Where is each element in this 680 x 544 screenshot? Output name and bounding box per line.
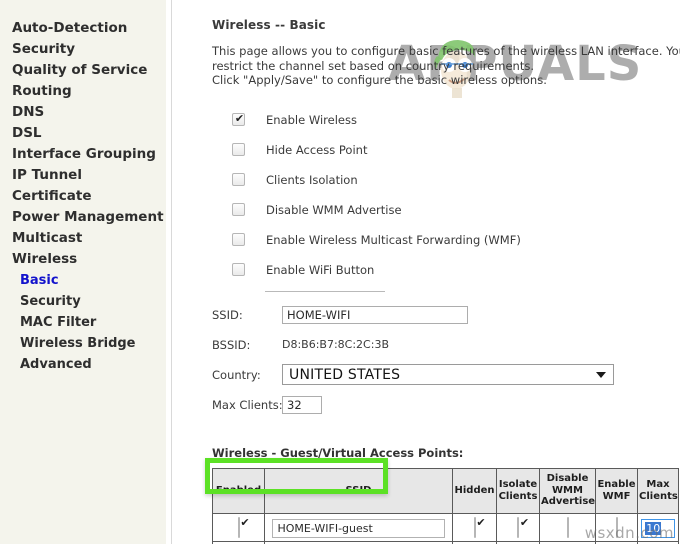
max-clients-input[interactable] xyxy=(282,395,322,414)
checkbox-hidden-row-1[interactable] xyxy=(473,516,476,538)
country-label: Country: xyxy=(212,367,261,382)
sidebar-navigation: Auto-Detection Security Quality of Service… xyxy=(0,0,166,544)
header-ssid: SSID xyxy=(264,467,453,514)
checkbox-row: Enable Wireless xyxy=(212,105,680,135)
header-hidden: Hidden xyxy=(452,467,497,514)
country-selected-value: UNITED STATES xyxy=(289,366,401,383)
sidebar-item-mac-filter[interactable]: MAC Filter xyxy=(12,312,166,333)
table-header-row: Enabled SSID Hidden Isolate Clients Disa… xyxy=(212,467,679,514)
sidebar-items: Auto-Detection Security Quality of Service… xyxy=(0,0,166,375)
sidebar-item-dsl[interactable]: DSL xyxy=(12,123,166,144)
checkbox-label: Enable Wireless Multicast Forwarding (WM… xyxy=(266,232,521,247)
max-clients-field-row: Max Clients: xyxy=(212,390,680,420)
header-isolate-clients: Isolate Clients xyxy=(496,467,540,514)
bssid-field-row: BSSID: D8:B6:B7:8C:2C:3B xyxy=(212,330,680,360)
bssid-label: BSSID: xyxy=(212,337,251,352)
cell-hidden xyxy=(452,512,497,542)
header-enable-wmf: Enable WMF xyxy=(595,467,638,514)
checkbox-label: Enable Wireless xyxy=(266,112,357,127)
country-select[interactable]: UNITED STATES xyxy=(282,364,614,385)
checkbox-row: Clients Isolation xyxy=(212,165,680,195)
sidebar-item-advanced[interactable]: Advanced xyxy=(12,354,166,375)
sidebar-item-security[interactable]: Security xyxy=(12,39,166,60)
table-row: 10 xyxy=(212,512,679,542)
sidebar-item-interface-grouping[interactable]: Interface Grouping xyxy=(12,144,166,165)
checkbox-disable-wmm-advertise-row-1[interactable] xyxy=(566,516,569,538)
sidebar-item-routing[interactable]: Routing xyxy=(12,81,166,102)
page-description: This page allows you to configure basic … xyxy=(212,44,680,88)
main-content: Wireless -- Basic This page allows you t… xyxy=(172,0,680,544)
checkbox-row: Disable WMM Advertise xyxy=(212,195,680,225)
cell-enabled xyxy=(212,512,265,542)
page-description-line-1: This page allows you to configure basic … xyxy=(212,44,680,58)
chevron-down-icon xyxy=(596,371,606,378)
sidebar-item-multicast[interactable]: Multicast xyxy=(12,228,166,249)
country-field-row: Country: UNITED STATES xyxy=(212,360,680,390)
sidebar-item-power-management[interactable]: Power Management xyxy=(12,207,166,228)
guest-virtual-access-points-table: Enabled SSID Hidden Isolate Clients Disa… xyxy=(212,467,679,544)
checkbox-enable-wireless[interactable] xyxy=(232,111,246,126)
vap-table-title: Wireless - Guest/Virtual Access Points: xyxy=(212,445,464,460)
sidebar-item-ip-tunnel[interactable]: IP Tunnel xyxy=(12,165,166,186)
section-divider xyxy=(265,290,385,292)
ssid-input-row-1[interactable] xyxy=(272,518,445,538)
checkbox-label: Hide Access Point xyxy=(266,142,368,157)
table-body: 10 xyxy=(212,512,679,544)
sidebar-item-auto-detection[interactable]: Auto-Detection xyxy=(12,18,166,39)
page-title: Wireless -- Basic xyxy=(212,18,326,32)
checkbox-disable-wmm-advertise[interactable] xyxy=(232,203,245,216)
checkbox-enabled-row-1[interactable] xyxy=(237,516,240,538)
page-description-line-3: Click "Apply/Save" to configure the basi… xyxy=(212,73,547,87)
cell-enable-wmf xyxy=(595,512,638,542)
header-disable-wmm-advertise: Disable WMM Advertise xyxy=(539,467,596,514)
ssid-field-row: SSID: xyxy=(212,300,680,330)
header-enabled: Enabled xyxy=(212,467,265,514)
max-clients-label: Max Clients: xyxy=(212,397,283,412)
sidebar-item-basic[interactable]: Basic xyxy=(12,270,166,291)
checkbox-isolate-clients-row-1[interactable] xyxy=(517,516,519,538)
sidebar-item-wireless[interactable]: Wireless xyxy=(12,249,166,270)
router-admin-page: Auto-Detection Security Quality of Service… xyxy=(0,0,680,544)
checkbox-row: Enable Wireless Multicast Forwarding (WM… xyxy=(212,225,680,255)
ssid-input[interactable] xyxy=(282,305,468,324)
wireless-options-checkbox-list: Enable Wireless Hide Access Point Clients … xyxy=(212,105,680,285)
checkbox-row: Hide Access Point xyxy=(212,135,680,165)
cell-ssid xyxy=(264,512,453,542)
cell-disable-wmm-advertise xyxy=(539,512,596,542)
checkbox-clients-isolation[interactable] xyxy=(232,173,245,186)
sidebar-item-dns[interactable]: DNS xyxy=(12,102,166,123)
checkbox-row: Enable WiFi Button xyxy=(212,255,680,285)
cell-isolate-clients xyxy=(496,512,540,542)
checkbox-enable-wmf-row-1[interactable] xyxy=(615,516,618,538)
header-max-clients: Max Clients xyxy=(637,467,679,514)
max-clients-input-row-1[interactable]: 10 xyxy=(641,518,675,538)
page-description-line-2: restrict the channel set based on countr… xyxy=(212,58,534,73)
sidebar-item-quality-of-service[interactable]: Quality of Service xyxy=(12,60,166,81)
checkbox-hide-access-point[interactable] xyxy=(232,143,245,156)
sidebar-item-wireless-bridge[interactable]: Wireless Bridge xyxy=(12,333,166,354)
checkbox-enable-wifi-button[interactable] xyxy=(232,263,245,276)
sidebar-item-certificate[interactable]: Certificate xyxy=(12,186,166,207)
cell-max-clients: 10 xyxy=(637,512,679,542)
checkbox-label: Disable WMM Advertise xyxy=(266,202,402,217)
max-clients-selected-text: 10 xyxy=(645,521,662,535)
checkbox-label: Enable WiFi Button xyxy=(266,262,375,277)
bssid-value: D8:B6:B7:8C:2C:3B xyxy=(282,338,389,351)
ssid-label: SSID: xyxy=(212,307,243,322)
sidebar-item-security[interactable]: Security xyxy=(12,291,166,312)
checkbox-label: Clients Isolation xyxy=(266,172,358,187)
checkbox-enable-wireless-multicast-forwarding-wmf-[interactable] xyxy=(232,233,245,246)
